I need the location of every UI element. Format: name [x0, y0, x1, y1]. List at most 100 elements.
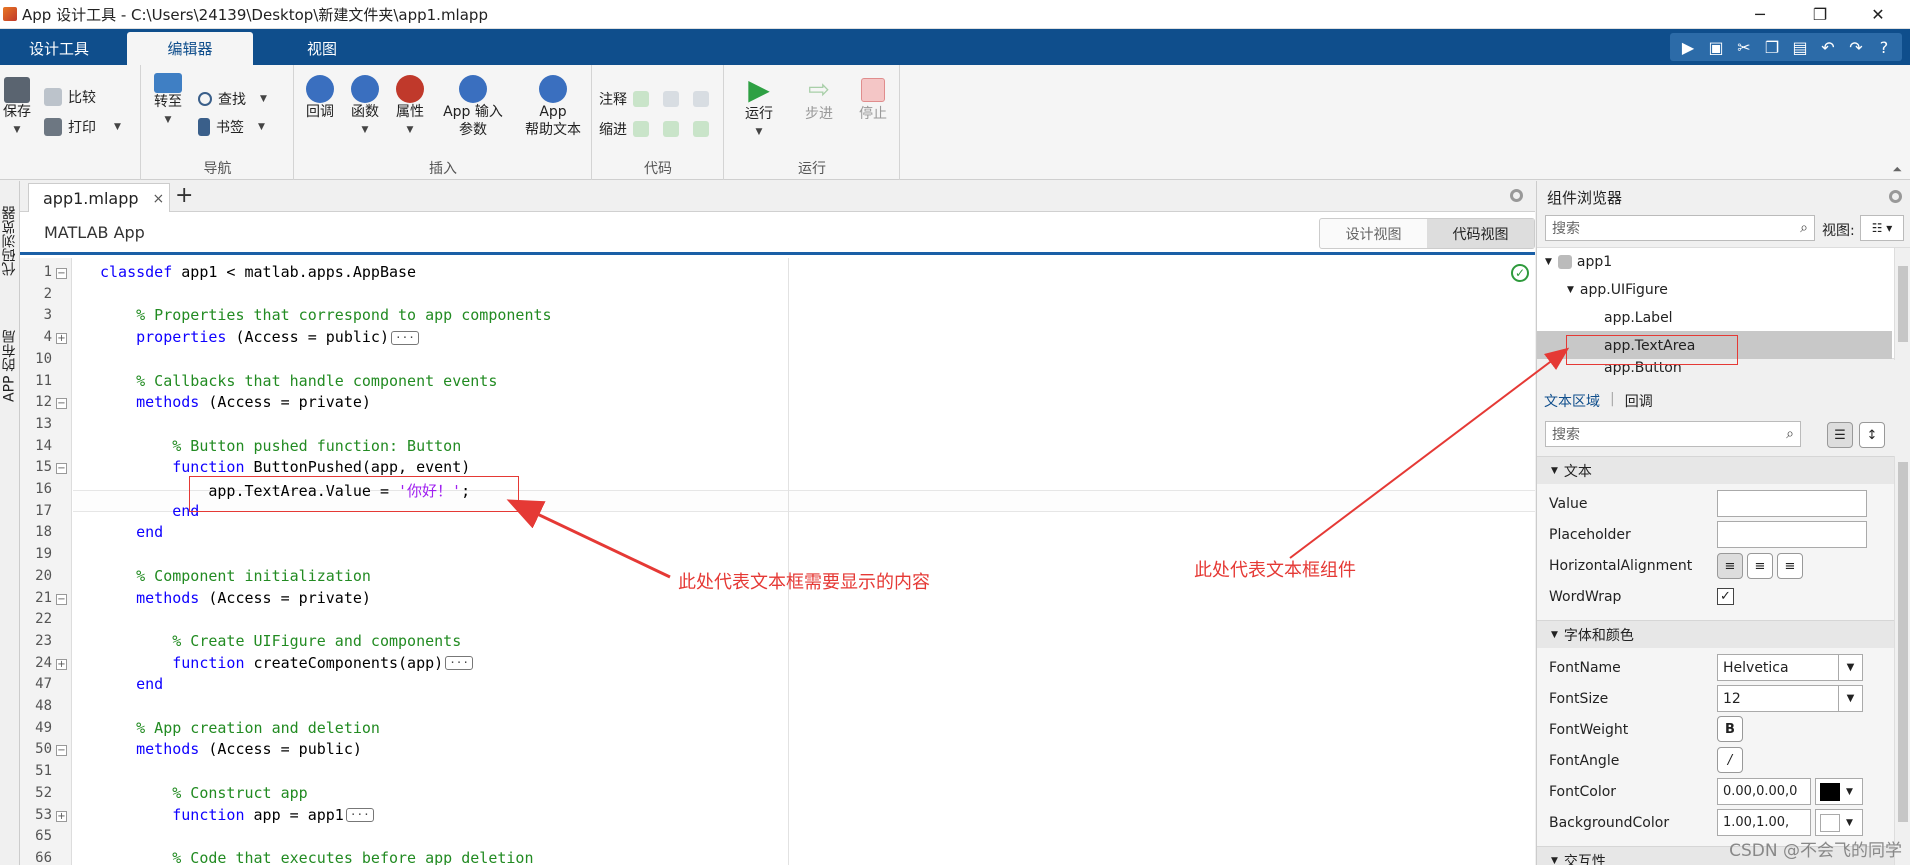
collapse-ribbon-icon[interactable]: ⏶: [1892, 162, 1902, 177]
collapse-fold-icon[interactable]: −: [56, 398, 67, 410]
code-line[interactable]: methods (Access = private): [100, 393, 371, 411]
save-icon[interactable]: ▣: [1702, 34, 1730, 60]
tab-view[interactable]: 视图: [263, 32, 381, 65]
code-line[interactable]: % Create UIFigure and components: [100, 632, 461, 650]
fontcolor-field[interactable]: 0.00,0.00,0: [1717, 778, 1811, 805]
tree-scrollbar[interactable]: [1894, 248, 1910, 360]
folded-code-icon[interactable]: ···: [391, 330, 419, 345]
close-button[interactable]: ✕: [1855, 0, 1901, 29]
tree-item-uifigure[interactable]: ▼ app.UIFigure: [1567, 282, 1668, 298]
tab-text-area-props[interactable]: 文本区域: [1544, 391, 1600, 411]
align-left-button[interactable]: ≡: [1717, 553, 1743, 579]
code-analyzer-ok-icon[interactable]: ✓: [1511, 264, 1529, 282]
view-mode-dropdown[interactable]: ☷ ▾: [1860, 215, 1904, 241]
expand-fold-icon[interactable]: +: [56, 810, 67, 822]
code-line[interactable]: end: [100, 523, 163, 541]
code-line[interactable]: properties (Access = public) ···: [100, 328, 419, 346]
property-button[interactable]: 属性 ▼: [390, 75, 430, 139]
doc-tab-app1[interactable]: app1.mlapp ×: [28, 183, 170, 213]
collapse-fold-icon[interactable]: −: [56, 463, 67, 475]
comment-button[interactable]: 注释: [599, 89, 715, 109]
code-line[interactable]: % Construct app: [100, 784, 307, 802]
tree-item-app1[interactable]: ▼ app1: [1545, 254, 1612, 270]
fontsize-dropdown[interactable]: 12 ▼: [1717, 685, 1863, 712]
copy-icon[interactable]: ❐: [1758, 34, 1786, 60]
code-line[interactable]: function app = app1 ···: [100, 806, 374, 824]
code-line[interactable]: function ButtonPushed(app, event): [100, 458, 470, 476]
property-search-input[interactable]: 搜索 ⌕: [1545, 421, 1801, 447]
code-line[interactable]: % Code that executes before app deletion: [100, 849, 533, 865]
indent-button[interactable]: 缩进: [599, 119, 715, 139]
code-line[interactable]: methods (Access = private): [100, 589, 371, 607]
folded-code-icon[interactable]: ···: [445, 656, 474, 671]
bold-toggle[interactable]: B: [1717, 716, 1743, 742]
print-button[interactable]: 打印 ▼: [44, 117, 121, 137]
collapse-fold-icon[interactable]: −: [56, 593, 67, 605]
code-line[interactable]: % Button pushed function: Button: [100, 437, 461, 455]
close-tab-icon[interactable]: ×: [153, 191, 165, 207]
app-input-args-button[interactable]: App 输入 参数: [435, 75, 511, 139]
undo-icon[interactable]: ↶: [1814, 34, 1842, 60]
tab-code-browser[interactable]: 代码浏览器: [0, 191, 19, 291]
tab-app-layout[interactable]: APP 的布局: [0, 306, 19, 426]
collapse-fold-icon[interactable]: −: [56, 268, 67, 279]
minimize-button[interactable]: ─: [1737, 0, 1783, 29]
align-center-button[interactable]: ≡: [1747, 553, 1773, 579]
code-view-button[interactable]: 代码视图: [1427, 219, 1534, 248]
code-line[interactable]: function createComponents(app) ···: [100, 654, 474, 672]
add-tab-button[interactable]: +: [175, 183, 193, 208]
panel-options-icon[interactable]: [1510, 189, 1523, 202]
wordwrap-checkbox[interactable]: ✓: [1717, 588, 1734, 605]
expand-fold-icon[interactable]: +: [56, 333, 67, 345]
component-search-input[interactable]: 搜索 ⌕: [1545, 215, 1815, 241]
expand-fold-icon[interactable]: +: [56, 658, 67, 670]
folded-code-icon[interactable]: ···: [345, 808, 374, 822]
run-button[interactable]: ▶ 运行 ▼: [739, 75, 779, 141]
code-line[interactable]: end: [100, 502, 199, 520]
collapse-fold-icon[interactable]: −: [56, 745, 67, 757]
find-button[interactable]: 查找 ▼: [198, 89, 267, 109]
align-right-button[interactable]: ≡: [1777, 553, 1803, 579]
code-line[interactable]: classdef app1 < matlab.apps.AppBase: [100, 263, 416, 281]
section-font-color[interactable]: ▼ 字体和颜色: [1537, 620, 1910, 648]
goto-button[interactable]: 转至 ▼: [150, 73, 186, 129]
tab-editor[interactable]: 编辑器: [127, 32, 253, 65]
tab-designer[interactable]: 设计工具: [0, 32, 118, 65]
cut-icon[interactable]: ✂: [1730, 34, 1758, 60]
code-line[interactable]: % App creation and deletion: [100, 719, 380, 737]
italic-toggle[interactable]: /: [1717, 747, 1743, 773]
paste-icon[interactable]: ▤: [1786, 34, 1814, 60]
save-button[interactable]: 保存 ▼: [2, 77, 32, 139]
fontname-dropdown[interactable]: Helvetica ▼: [1717, 654, 1863, 681]
scroll-thumb[interactable]: [1898, 266, 1908, 342]
inspector-scrollbar[interactable]: [1894, 456, 1910, 865]
code-line[interactable]: methods (Access = public): [100, 740, 362, 758]
design-view-button[interactable]: 设计视图: [1320, 219, 1427, 248]
tab-callbacks[interactable]: 回调: [1625, 391, 1653, 411]
group-view-button[interactable]: ☰: [1827, 422, 1853, 448]
compare-button[interactable]: 比较: [44, 87, 96, 107]
callback-button[interactable]: 回调: [300, 75, 340, 121]
code-line[interactable]: end: [100, 675, 163, 693]
help-icon[interactable]: ?: [1870, 34, 1898, 60]
code-line[interactable]: % Callbacks that handle component events: [100, 372, 497, 390]
run-icon[interactable]: ▶: [1674, 34, 1702, 60]
section-text[interactable]: ▼ 文本: [1537, 456, 1910, 484]
panel-options-icon[interactable]: [1889, 190, 1902, 203]
app-help-text-button[interactable]: App 帮助文本: [517, 75, 589, 139]
prop-value-field[interactable]: [1717, 490, 1867, 517]
function-button[interactable]: 函数 ▼: [345, 75, 385, 139]
code-line[interactable]: % Component initialization: [100, 567, 371, 585]
bookmark-button[interactable]: 书签 ▼: [198, 117, 265, 137]
prop-placeholder-field[interactable]: [1717, 521, 1867, 548]
stop-button[interactable]: 停止: [853, 75, 893, 123]
bgcolor-field[interactable]: 1.00,1.00,: [1717, 809, 1811, 836]
maximize-button[interactable]: ❐: [1797, 0, 1843, 29]
scroll-thumb[interactable]: [1898, 462, 1908, 822]
code-line[interactable]: % Properties that correspond to app comp…: [100, 306, 551, 324]
fontcolor-picker[interactable]: ▼: [1815, 778, 1863, 805]
redo-icon[interactable]: ↷: [1842, 34, 1870, 60]
tree-item-label[interactable]: app.Label: [1604, 310, 1673, 326]
step-button[interactable]: ⇨ 步进: [799, 75, 839, 123]
bgcolor-picker[interactable]: ▼: [1815, 809, 1863, 836]
